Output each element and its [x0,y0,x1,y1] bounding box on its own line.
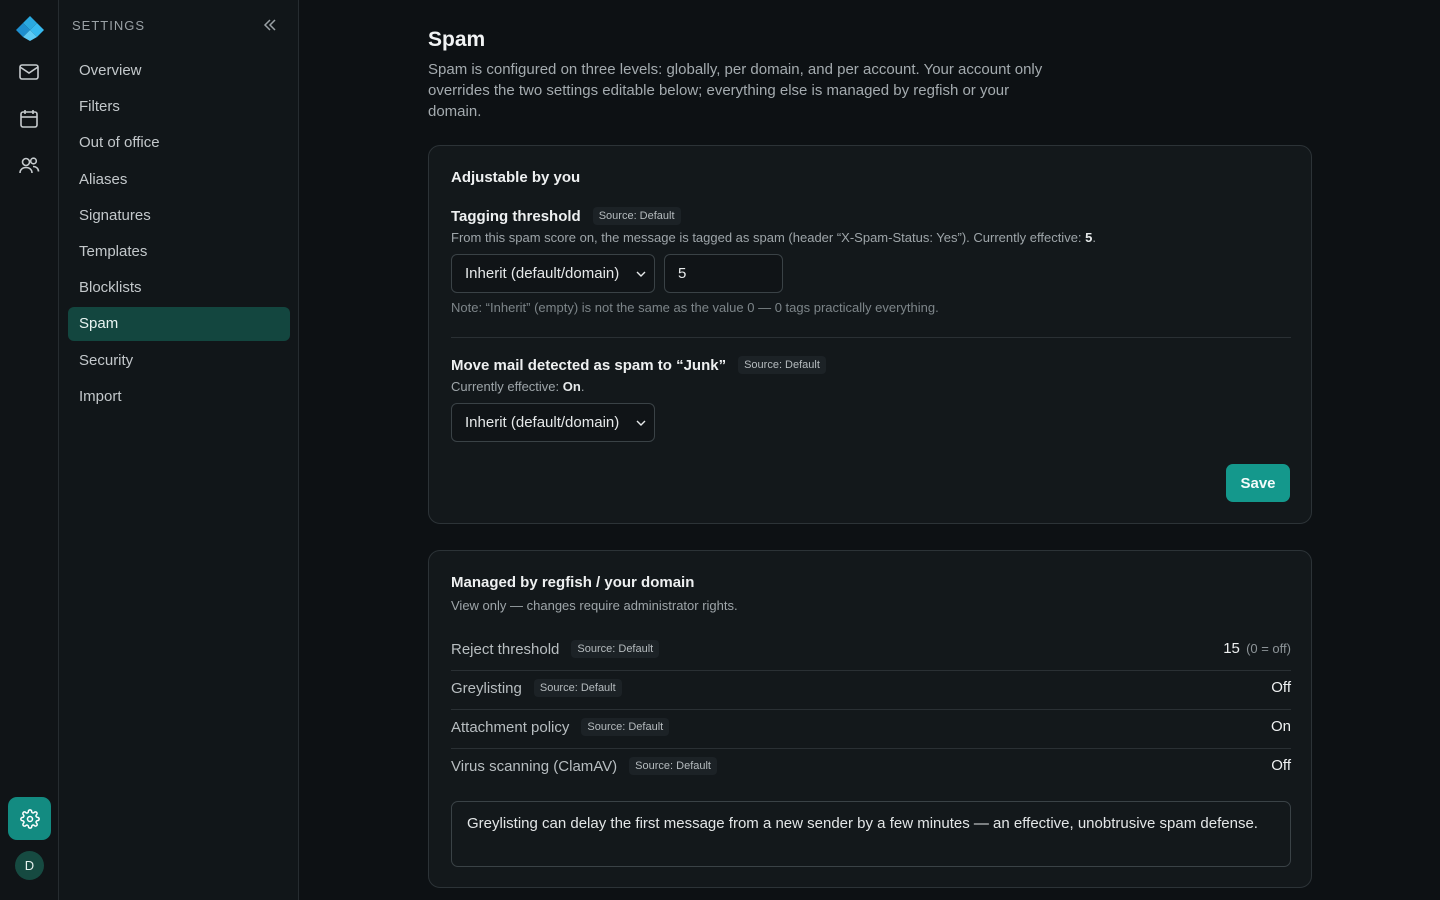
row-label: Virus scanning (ClamAV) Source: Default [451,757,717,775]
sidebar-item-aliases[interactable]: Aliases [68,163,290,197]
managed-card-subtitle: View only — changes require administrato… [451,598,738,613]
sidebar-item-overview[interactable]: Overview [68,54,290,88]
managed-row-reject-threshold: Reject threshold Source: Default 15 (0 = … [451,632,1291,671]
row-value: On [1270,718,1291,735]
save-button[interactable]: Save [1226,464,1290,502]
calendar-icon[interactable] [18,108,40,130]
sidebar-item-out-of-office[interactable]: Out of office [68,126,290,160]
greylisting-info-box: Greylisting can delay the first message … [451,801,1291,867]
row-label-text: Attachment policy [451,719,570,736]
avatar[interactable]: D [15,851,44,880]
row-value: 15 (0 = off) [1223,640,1291,657]
junk-mode-select[interactable]: Inherit (default/domain) [451,403,655,442]
row-label-text: Reject threshold [451,641,560,658]
row-label: Greylisting Source: Default [451,679,622,697]
source-badge: Source: Default [581,718,670,736]
tagging-threshold-input[interactable] [664,254,783,293]
sidebar-item-import[interactable]: Import [68,380,290,414]
row-value-hint: (0 = off) [1246,641,1291,656]
junk-move-label: Move mail detected as spam to “Junk” Sour… [451,356,826,374]
section-divider [451,337,1291,338]
sidebar-item-filters[interactable]: Filters [68,90,290,124]
junk-move-title: Move mail detected as spam to “Junk” [451,357,727,374]
sidebar-item-security[interactable]: Security [68,344,290,378]
managed-row-virus-scanning: Virus scanning (ClamAV) Source: Default O… [451,749,1291,788]
source-badge: Source: Default [533,679,622,697]
junk-effective-value: On [562,379,581,394]
chevron-down-icon [636,420,646,426]
app-rail: D [0,0,59,900]
mail-icon[interactable] [18,61,40,83]
tagging-source-badge: Source: Default [592,207,681,225]
page-title: Spam [428,28,486,51]
tagging-mode-select[interactable]: Inherit (default/domain) [451,254,655,293]
settings-sidebar: SETTINGS Overview Filters Out of office … [59,0,299,900]
tagging-threshold-help: From this spam score on, the message is … [451,230,1096,245]
sidebar-heading: SETTINGS [72,18,146,33]
chevron-down-icon [636,271,646,277]
row-label: Attachment policy Source: Default [451,718,670,736]
junk-move-help: Currently effective: On. [451,379,584,394]
tagging-note: Note: “Inherit” (empty) is not the same … [451,300,939,315]
junk-mode-value: Inherit (default/domain) [465,414,620,431]
managed-card: Managed by regfish / your domain View on… [428,550,1312,888]
tagging-threshold-label: Tagging threshold Source: Default [451,207,681,225]
junk-source-badge: Source: Default [738,356,826,374]
tagging-mode-value: Inherit (default/domain) [465,265,620,282]
row-label: Reject threshold Source: Default [451,640,660,658]
page-description: Spam is configured on three levels: glob… [428,61,1043,120]
sidebar-item-spam[interactable]: Spam [68,307,290,342]
managed-row-greylisting: Greylisting Source: Default Off [451,671,1291,710]
collapse-sidebar-icon[interactable] [262,17,278,33]
row-label-text: Greylisting [451,680,522,697]
adjustable-card-title: Adjustable by you [451,169,581,186]
settings-nav: Overview Filters Out of office Aliases S… [68,54,290,416]
junk-help-text: Currently effective: [451,379,563,394]
row-label-text: Virus scanning (ClamAV) [451,758,618,775]
row-value: Off [1271,757,1291,774]
sidebar-item-blocklists[interactable]: Blocklists [68,271,290,305]
tagging-help-text: From this spam score on, the message is … [451,230,1086,245]
contacts-icon[interactable] [18,154,40,176]
managed-card-title: Managed by regfish / your domain [451,574,695,591]
sidebar-item-signatures[interactable]: Signatures [68,199,290,233]
gear-icon [19,808,40,829]
junk-help-suffix: . [580,379,585,394]
sidebar-item-templates[interactable]: Templates [68,235,290,269]
source-badge: Source: Default [571,640,660,658]
tagging-help-suffix: . [1092,230,1097,245]
tagging-threshold-title: Tagging threshold [451,208,581,225]
source-badge: Source: Default [629,757,717,775]
row-value: Off [1271,679,1291,696]
app-logo-icon[interactable] [15,14,45,42]
settings-button[interactable] [8,797,51,840]
adjustable-card: Adjustable by you Tagging threshold Sourc… [428,145,1312,524]
managed-row-attachment-policy: Attachment policy Source: Default On [451,710,1291,749]
row-value-text: 15 [1223,640,1240,657]
